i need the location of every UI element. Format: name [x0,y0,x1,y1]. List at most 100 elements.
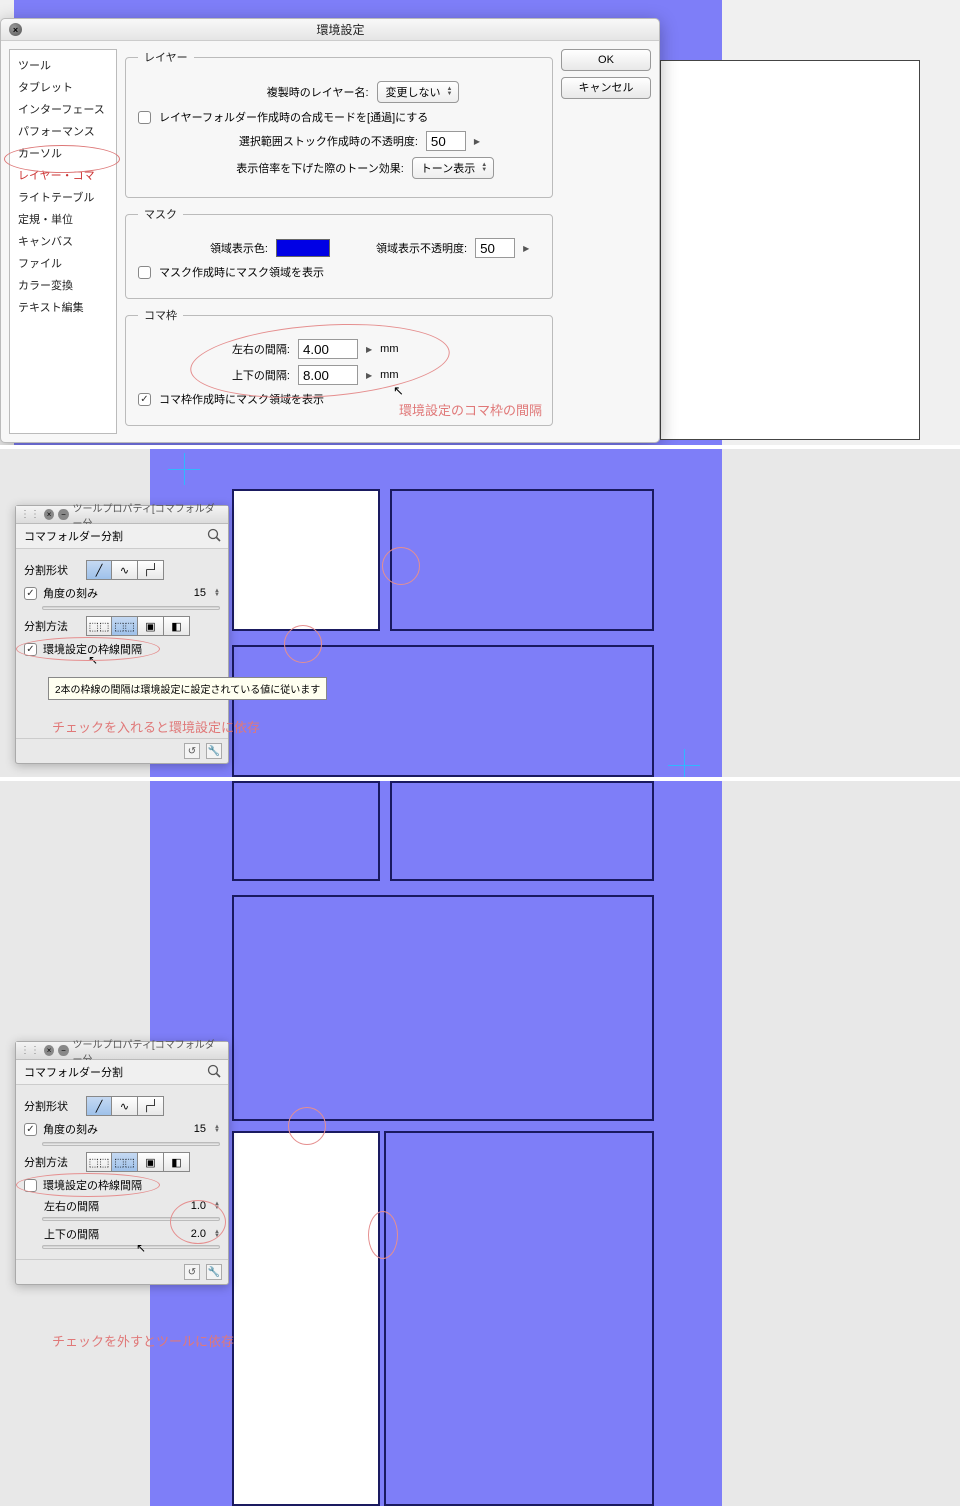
ok-button[interactable]: OK [561,49,651,71]
lr-slider[interactable] [42,1217,220,1221]
stepper-icon[interactable]: ▲▼ [214,1125,220,1133]
sidebar-item[interactable]: 定規・単位 [10,208,116,230]
koma-tb-input[interactable] [298,365,358,385]
angle-value[interactable]: 15 [174,1123,208,1135]
section-tool-checked: ⋮⋮ × − ツールプロパティ[コマフォルダー分 コマフォルダー分割 分割形状 … [0,449,960,777]
sidebar-item[interactable]: ツール [10,54,116,76]
sidebar-item[interactable]: パフォーマンス [10,120,116,142]
method-3-icon: ▣ [138,1152,164,1172]
stepper-icon[interactable]: ▲▼ [214,1230,220,1238]
method-segmented[interactable]: ⬚⬚ ⬚⬚ ▣ ◧ [86,1152,190,1172]
magnify-icon[interactable] [206,527,222,543]
stock-input[interactable] [426,131,466,151]
koma-lr-label: 左右の間隔: [208,341,290,357]
palette-subtitle: コマフォルダー分割 [24,531,123,543]
mask-show-checkbox[interactable] [138,266,151,279]
angle-slider[interactable] [42,1142,220,1146]
folder-mode-checkbox[interactable] [138,111,151,124]
sidebar-item[interactable]: タブレット [10,76,116,98]
annotation-1: 環境設定のコマ枠の間隔 [399,400,542,419]
method-2-icon: ⬚⬚ [112,1152,138,1172]
method-segmented[interactable]: ⬚⬚ ⬚⬚ ▣ ◧ [86,616,190,636]
section-preferences: × 環境設定 ツール タブレット インターフェース パフォーマンス カーソル レ… [0,0,960,445]
pref-sidebar: ツール タブレット インターフェース パフォーマンス カーソル レイヤー・コマ … [9,49,117,434]
tool-property-palette: ⋮⋮ × − ツールプロパティ[コマフォルダー分 コマフォルダー分割 分割形状 … [15,1041,229,1285]
close-icon[interactable]: × [44,509,54,520]
lr-label: 左右の間隔 [44,1198,168,1214]
method-2-icon: ⬚⬚ [112,616,138,636]
disclosure-icon[interactable]: ▶ [366,371,372,380]
envgap-checkbox[interactable]: ✓ [24,643,37,656]
koma-tb-label: 上下の間隔: [208,367,290,383]
shape-zigzag-icon: ∿ [112,560,138,580]
sidebar-item[interactable]: ライトテーブル [10,186,116,208]
shape-label: 分割形状 [24,1098,80,1114]
stock-label: 選択範囲ストック作成時の不透明度: [198,133,418,149]
legend-koma: コマ枠 [138,307,183,323]
mask-color-label: 領域表示色: [138,240,268,256]
sidebar-item[interactable]: インターフェース [10,98,116,120]
magnify-icon[interactable] [206,1063,222,1079]
reset-icon[interactable]: ↺ [184,743,200,759]
koma-lr-input[interactable] [298,339,358,359]
cancel-button[interactable]: キャンセル [561,77,651,99]
grip-icon: ⋮⋮ [20,1045,40,1056]
method-4-icon: ◧ [164,1152,190,1172]
tb-value[interactable]: 2.0 [174,1228,208,1240]
wrench-icon[interactable]: 🔧 [206,1264,222,1280]
close-icon[interactable]: × [9,23,22,36]
tooltip: 2本の枠線の間隔は環境設定に設定されている値に従います [48,677,327,700]
mask-show-label: マスク作成時にマスク領域を表示 [159,264,324,280]
preferences-dialog: × 環境設定 ツール タブレット インターフェース パフォーマンス カーソル レ… [0,18,660,443]
shape-label: 分割形状 [24,562,80,578]
mask-opacity-label: 領域表示不透明度: [376,240,467,256]
palette-titlebar[interactable]: ⋮⋮ × − ツールプロパティ[コマフォルダー分 [16,506,228,524]
fieldset-mask: マスク 領域表示色: 領域表示不透明度: ▶ マスク作成時にマスク領域を表示 [125,206,553,299]
angle-checkbox[interactable]: ✓ [24,1123,37,1136]
lr-value[interactable]: 1.0 [174,1200,208,1212]
disclosure-icon[interactable]: ▶ [523,244,529,253]
dup-select[interactable]: 変更しない ▲▼ [377,81,460,103]
legend-mask: マスク [138,206,183,222]
shape-segmented[interactable]: ╱ ∿ ┌┘ [86,1096,164,1116]
mask-opacity-input[interactable] [475,238,515,258]
cursor-icon: ↖ [88,653,98,667]
disclosure-icon[interactable]: ▶ [366,345,372,354]
dialog-titlebar[interactable]: × 環境設定 [1,19,659,41]
sidebar-item[interactable]: ファイル [10,252,116,274]
annotation-3: チェックを外すとツールに依存 [52,1331,234,1350]
folder-mode-label: レイヤーフォルダー作成時の合成モードを[通過]にする [159,109,428,125]
minimize-icon[interactable]: − [58,1045,68,1056]
angle-checkbox[interactable]: ✓ [24,587,37,600]
palette-titlebar[interactable]: ⋮⋮ × − ツールプロパティ[コマフォルダー分 [16,1042,228,1060]
tb-slider[interactable] [42,1245,220,1249]
minimize-icon[interactable]: − [58,509,68,520]
cursor-icon: ↖ [393,383,404,399]
tone-select[interactable]: トーン表示 ▲▼ [412,157,494,179]
disclosure-icon[interactable]: ▶ [474,137,480,146]
sidebar-item[interactable]: テキスト編集 [10,296,116,318]
method-4-icon: ◧ [164,616,190,636]
wrench-icon[interactable]: 🔧 [206,743,222,759]
stepper-icon[interactable]: ▲▼ [214,1202,220,1210]
shape-line-icon: ╱ [86,560,112,580]
mask-color-well[interactable] [276,239,330,257]
angle-label: 角度の刻み [43,585,168,601]
dup-label: 複製時のレイヤー名: [219,84,369,100]
fieldset-layer: レイヤー 複製時のレイヤー名: 変更しない ▲▼ レイヤーフォルダー作成時の合成… [125,49,553,198]
envgap-checkbox[interactable] [24,1179,37,1192]
shape-segmented[interactable]: ╱ ∿ ┌┘ [86,560,164,580]
fieldset-koma: コマ枠 左右の間隔: ▶ mm 上下の間隔: ▶ mm ✓ [125,307,553,426]
legend-layer: レイヤー [138,49,194,65]
sidebar-item[interactable]: カラー変換 [10,274,116,296]
angle-value[interactable]: 15 [174,587,208,599]
stepper-icon[interactable]: ▲▼ [214,589,220,597]
koma-mask-checkbox[interactable]: ✓ [138,393,151,406]
stepper-icon: ▲▼ [481,163,487,173]
tone-label: 表示倍率を下げた際のトーン効果: [184,160,404,176]
sidebar-item[interactable]: キャンバス [10,230,116,252]
shape-poly-icon: ┌┘ [138,560,164,580]
reset-icon[interactable]: ↺ [184,1264,200,1280]
angle-slider[interactable] [42,606,220,610]
close-icon[interactable]: × [44,1045,54,1056]
